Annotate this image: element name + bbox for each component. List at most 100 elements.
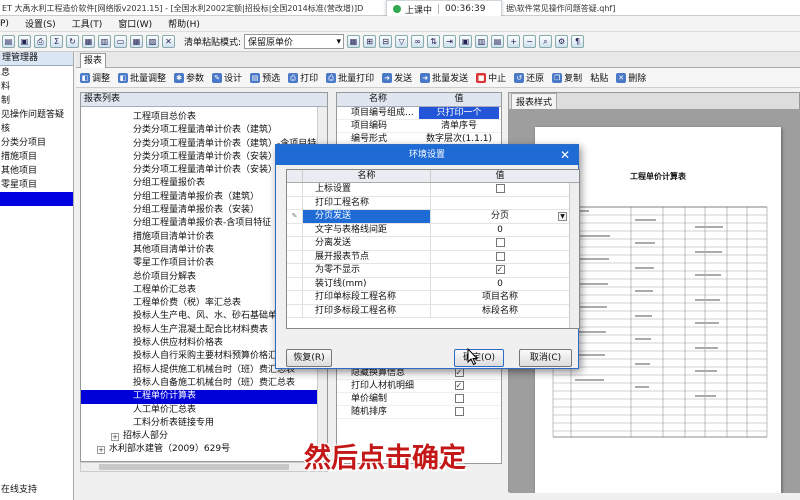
find-icon[interactable]: ⌕ bbox=[539, 35, 553, 48]
hscrollbar-thumb[interactable] bbox=[99, 464, 289, 470]
menu-item-window[interactable]: 窗口(W) bbox=[118, 17, 152, 30]
grid-icon[interactable]: ▦ bbox=[347, 35, 361, 48]
setting-row[interactable]: 打印多标段工程名称 标段名称 bbox=[287, 304, 579, 318]
paste-mode-select[interactable]: 保留原单价 ▾ bbox=[244, 34, 345, 49]
report-item[interactable]: 工程项目总价表 bbox=[81, 111, 317, 124]
setting-checkbox-cell[interactable] bbox=[431, 251, 569, 264]
row-icon[interactable]: ▤ bbox=[491, 35, 505, 48]
setting-row[interactable]: 展开报表节点 bbox=[287, 250, 579, 264]
table-icon[interactable]: ▦ bbox=[130, 35, 143, 48]
setting-checkbox-cell[interactable] bbox=[431, 237, 569, 250]
project-tree-item[interactable]: 息 bbox=[0, 66, 73, 80]
chart-icon[interactable]: ▥ bbox=[98, 35, 111, 48]
setting-row[interactable]: 分离发送 bbox=[287, 237, 579, 251]
chevron-down-icon[interactable]: ▼ bbox=[558, 212, 567, 221]
setting-checkbox[interactable] bbox=[495, 184, 505, 193]
lock-icon[interactable]: ▣ bbox=[459, 35, 473, 48]
setting-value[interactable]: 0 bbox=[431, 278, 569, 291]
sum-icon[interactable]: Σ bbox=[50, 35, 63, 48]
ok-button[interactable]: 确定(O) bbox=[454, 349, 504, 367]
paste-button[interactable]: 粘贴 bbox=[590, 71, 608, 84]
setting-row[interactable]: 打印单标段工程名称 项目名称 bbox=[287, 291, 579, 305]
setting-checkbox[interactable] bbox=[495, 263, 505, 277]
save-icon[interactable]: ▣ bbox=[18, 35, 31, 48]
property-row[interactable]: 随机排序 bbox=[337, 406, 501, 419]
project-tree-item-selected[interactable] bbox=[0, 192, 73, 206]
params-button[interactable]: ✱ 参数 bbox=[174, 71, 204, 84]
report-style-tab[interactable]: 报表样式 bbox=[511, 93, 558, 110]
calc-icon[interactable]: ▦ bbox=[82, 35, 95, 48]
design-button[interactable]: ✎ 设计 bbox=[212, 71, 242, 84]
merge-icon[interactable]: ⊞ bbox=[363, 35, 377, 48]
sort-icon[interactable]: ⇅ bbox=[427, 35, 441, 48]
online-support-link[interactable]: 在线支持 bbox=[0, 482, 74, 495]
batch-send-button[interactable]: ➜ 批量发送 bbox=[420, 71, 468, 84]
settings-scrollbar[interactable] bbox=[569, 183, 579, 328]
delete-icon[interactable]: − bbox=[523, 35, 537, 48]
image-icon[interactable]: ▨ bbox=[146, 35, 159, 48]
open-icon[interactable]: ▤ bbox=[2, 35, 15, 48]
property-checkbox[interactable] bbox=[454, 367, 464, 379]
property-checkbox[interactable] bbox=[454, 407, 464, 416]
print-button[interactable]: ⎙ 打印 bbox=[288, 71, 318, 84]
setting-row[interactable]: 文字与表格线间距 0 bbox=[287, 223, 579, 237]
split-icon[interactable]: ⊟ bbox=[379, 35, 393, 48]
setting-value[interactable]: 0 bbox=[431, 224, 569, 237]
report-item-selected[interactable]: 工程单价计算表 bbox=[81, 390, 317, 404]
export-icon[interactable]: ⇥ bbox=[443, 35, 457, 48]
link-icon[interactable]: ∞ bbox=[411, 35, 425, 48]
setting-value[interactable]: 标段名称 bbox=[431, 305, 569, 318]
expand-icon[interactable]: + bbox=[97, 446, 105, 455]
setting-row[interactable]: 为零不显示 bbox=[287, 263, 579, 278]
refresh-icon[interactable]: ↻ bbox=[66, 35, 79, 48]
menu-item-project[interactable]: P) bbox=[0, 19, 9, 29]
tab-report[interactable]: 报表 bbox=[80, 53, 106, 68]
property-row[interactable]: 打印人材机明细 bbox=[337, 380, 501, 393]
property-value[interactable]: 清单序号 bbox=[419, 120, 499, 132]
setting-value[interactable] bbox=[431, 197, 569, 210]
report-item[interactable]: 招标人部分 + bbox=[81, 430, 317, 443]
stop-button[interactable]: ■ 中止 bbox=[476, 71, 506, 84]
copy-button[interactable]: ❐ 复制 bbox=[552, 71, 582, 84]
setting-checkbox[interactable] bbox=[495, 251, 505, 261]
project-tree-item[interactable]: 其他项目 bbox=[0, 164, 73, 178]
project-tree-item[interactable]: 料 bbox=[0, 80, 73, 94]
setting-row[interactable]: 打印工程名称 bbox=[287, 196, 579, 210]
menu-item-settings[interactable]: 设置(S) bbox=[25, 17, 56, 30]
setting-combo[interactable]: 分页 ▼ bbox=[431, 210, 569, 223]
setting-icon[interactable]: ⚙ bbox=[555, 35, 569, 48]
setting-row[interactable]: ✎ 分页发送 分页 ▼ bbox=[287, 210, 579, 224]
property-checkbox[interactable] bbox=[454, 394, 464, 403]
property-row[interactable]: 项目编号组成... 只打印一个 bbox=[337, 107, 501, 120]
setting-row[interactable]: 上标设置 bbox=[287, 183, 579, 197]
adjust-button[interactable]: ◧ 调整 bbox=[80, 71, 110, 84]
report-item[interactable]: 投标人自备施工机械台时（班）费汇总表 bbox=[81, 377, 317, 390]
project-tree-item[interactable]: 零星项目 bbox=[0, 178, 73, 192]
filter-icon[interactable]: ▽ bbox=[395, 35, 409, 48]
project-tree-item[interactable]: 分类分项目 bbox=[0, 136, 73, 150]
preview-button[interactable]: ▤ 预选 bbox=[250, 71, 280, 84]
report-item[interactable]: 人工单价汇总表 bbox=[81, 404, 317, 417]
folder-icon[interactable]: ▭ bbox=[114, 35, 127, 48]
report-list-hscrollbar[interactable] bbox=[80, 462, 328, 472]
property-row[interactable]: 项目编码 清单序号 bbox=[337, 120, 501, 133]
restore-button[interactable]: ↺ 还原 bbox=[514, 71, 544, 84]
restore-defaults-button[interactable]: 恢复(R) bbox=[286, 349, 332, 367]
report-item[interactable]: 分类分项工程量清单计价表（建筑） bbox=[81, 124, 317, 137]
project-tree-item[interactable]: 核 bbox=[0, 122, 73, 136]
print-icon[interactable]: ⎙ bbox=[34, 35, 47, 48]
insert-icon[interactable]: + bbox=[507, 35, 521, 48]
delete-button[interactable]: ✕ 删除 bbox=[616, 71, 646, 84]
property-checkbox[interactable] bbox=[454, 380, 464, 392]
expand-icon[interactable]: + bbox=[111, 433, 119, 442]
setting-checkbox[interactable] bbox=[495, 238, 505, 247]
project-tree-item[interactable]: 制 bbox=[0, 94, 73, 108]
menu-item-help[interactable]: 帮助(H) bbox=[168, 17, 200, 30]
close-icon[interactable]: ✕ bbox=[558, 145, 572, 165]
cancel-button[interactable]: 取消(C) bbox=[519, 349, 572, 367]
report-item[interactable]: 水利部水建管（2009）629号 + bbox=[81, 443, 317, 456]
project-tree-item[interactable]: 见操作问题答疑 bbox=[0, 108, 73, 122]
column-icon[interactable]: ▥ bbox=[475, 35, 489, 48]
batch-adjust-button[interactable]: ◧ 批量调整 bbox=[118, 71, 166, 84]
format-icon[interactable]: ¶ bbox=[571, 35, 585, 48]
